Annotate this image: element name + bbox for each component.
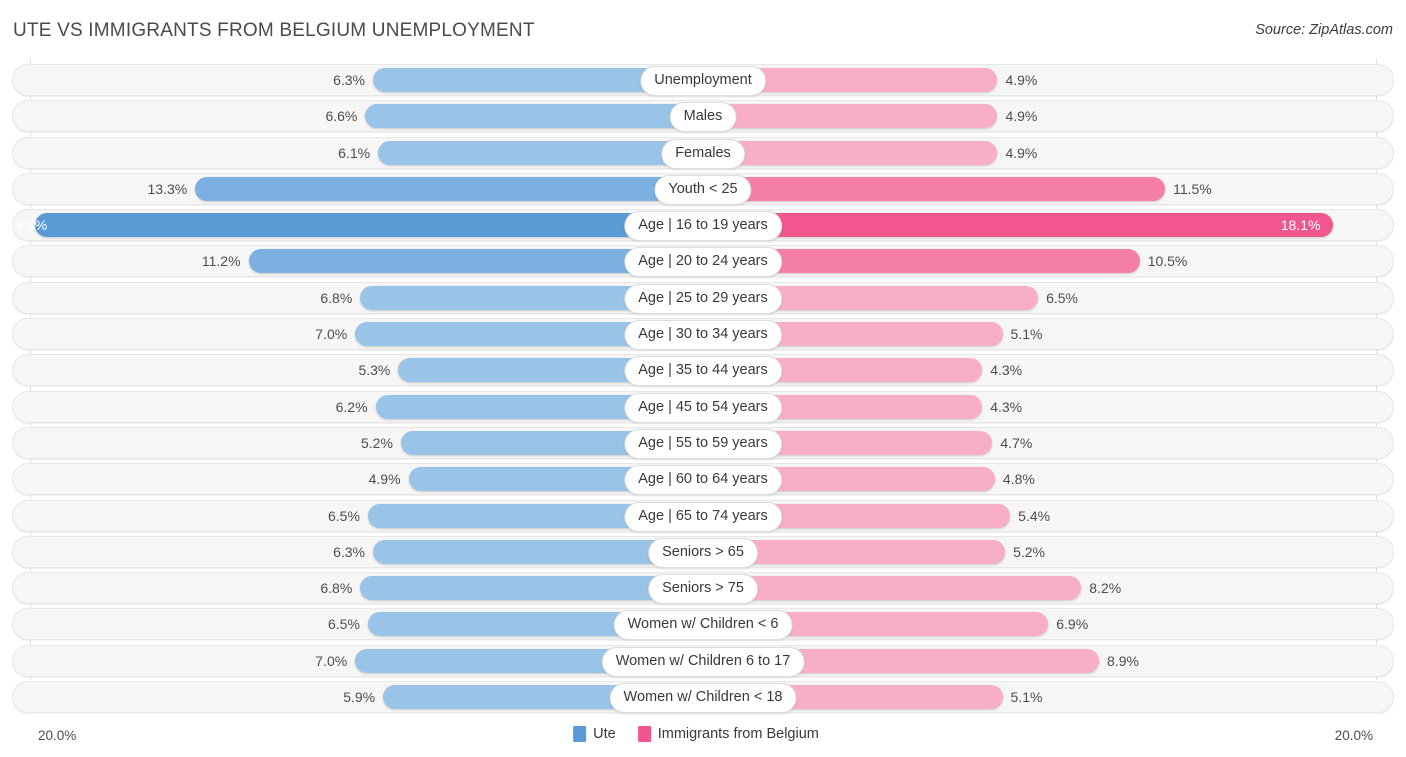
row-category-label: Age | 65 to 74 years (624, 501, 782, 532)
chart-plot-area: 6.3% 4.9% Unemployment 6.6% 4.9% Males 6.1% 4.9… (0, 58, 1406, 720)
table-row[interactable]: 7.0% 8.9% Women w/ Children 6 to 17 (0, 644, 1406, 677)
value-right: 4.9% (1005, 72, 1038, 88)
chart-header: UTE VS IMMIGRANTS FROM BELGIUM UNEMPLOYM… (0, 0, 1406, 56)
table-row[interactable]: 6.8% 8.2% Seniors > 75 (0, 572, 1406, 605)
source-attribution: Source: ZipAtlas.com (1255, 22, 1393, 38)
chart-legend: Ute Immigrants from Belgium (573, 726, 833, 742)
value-left: 6.1% (338, 144, 371, 161)
table-row[interactable]: 6.2% 4.3% Age | 45 to 54 years (0, 390, 1406, 423)
value-right: 4.8% (1002, 471, 1035, 488)
value-left: 19.6% (7, 217, 48, 234)
row-category-label: Females (661, 138, 745, 169)
table-row[interactable]: 6.6% 4.9% Males (0, 100, 1406, 133)
table-row[interactable]: 7.0% 5.1% Age | 30 to 34 years (0, 318, 1406, 351)
value-right: 4.7% (1000, 434, 1033, 451)
row-category-label: Age | 30 to 34 years (624, 320, 782, 351)
value-right: 6.5% (1046, 289, 1079, 306)
value-right: 4.9% (1005, 144, 1038, 161)
value-right: 4.3% (990, 398, 1023, 415)
value-right: 11.5% (1173, 180, 1212, 197)
value-left: 5.3% (358, 362, 391, 379)
axis-label-left: 20.0% (38, 728, 77, 743)
bar-right-immigrants (703, 176, 1166, 201)
value-right: 5.1% (1010, 689, 1043, 706)
value-left: 6.3% (333, 72, 365, 88)
bar-left-ute (35, 213, 703, 238)
value-right: 5.2% (1013, 543, 1045, 560)
value-right: 10.5% (1147, 253, 1188, 270)
value-left: 13.3% (147, 180, 188, 197)
value-left: 6.8% (320, 580, 353, 597)
value-right: 6.9% (1056, 616, 1089, 633)
bar-right-immigrants (703, 104, 998, 129)
table-row[interactable]: 6.3% 4.9% Unemployment (0, 64, 1406, 96)
legend-swatch-icon (637, 726, 651, 742)
row-category-label: Males (669, 102, 737, 133)
value-left: 7.0% (315, 326, 348, 343)
row-category-label: Seniors > 75 (648, 574, 758, 605)
table-row[interactable]: 5.3% 4.3% Age | 35 to 44 years (0, 354, 1406, 387)
axis-label-right: 20.0% (1334, 728, 1373, 743)
value-right: 8.9% (1107, 652, 1139, 669)
bar-right-immigrants (703, 213, 1333, 238)
table-row[interactable]: 6.5% 6.9% Women w/ Children < 6 (0, 608, 1406, 641)
value-left: 6.2% (335, 398, 368, 415)
bar-left-ute (195, 176, 703, 201)
row-category-label: Seniors > 65 (648, 537, 758, 568)
legend-item[interactable]: Immigrants from Belgium (637, 726, 819, 742)
legend-label: Ute (593, 726, 616, 742)
value-right: 4.3% (990, 362, 1023, 379)
value-right: 4.9% (1005, 108, 1038, 125)
legend-swatch-icon (573, 726, 587, 742)
value-left: 7.0% (315, 652, 348, 669)
table-row[interactable]: 6.5% 5.4% Age | 65 to 74 years (0, 499, 1406, 532)
bar-left-ute (365, 104, 703, 129)
table-row[interactable]: 5.9% 5.1% Women w/ Children < 18 (0, 681, 1406, 714)
row-category-label: Unemployment (640, 66, 766, 96)
table-row[interactable]: 11.2% 10.5% Age | 20 to 24 years (0, 245, 1406, 278)
row-category-label: Age | 55 to 59 years (624, 428, 782, 459)
chart-footer: 20.0% Ute Immigrants from Belgium 20.0% (0, 717, 1406, 757)
row-category-label: Age | 35 to 44 years (624, 356, 782, 387)
table-row[interactable]: 4.9% 4.8% Age | 60 to 64 years (0, 463, 1406, 496)
value-left: 6.5% (327, 507, 360, 524)
value-left: 6.6% (325, 108, 358, 125)
row-category-label: Age | 16 to 19 years (624, 211, 782, 242)
page-title: UTE VS IMMIGRANTS FROM BELGIUM UNEMPLOYM… (13, 20, 535, 41)
row-category-label: Age | 20 to 24 years (624, 247, 782, 278)
table-row[interactable]: 13.3% 11.5% Youth < 25 (0, 172, 1406, 205)
legend-item[interactable]: Ute (573, 726, 616, 742)
row-category-label: Women w/ Children < 6 (613, 610, 793, 641)
bar-rows: 6.3% 4.9% Unemployment 6.6% 4.9% Males 6.1% 4.9… (0, 64, 1406, 717)
table-row[interactable]: 5.2% 4.7% Age | 55 to 59 years (0, 426, 1406, 459)
table-row[interactable]: 6.3% 5.2% Seniors > 65 (0, 535, 1406, 568)
bar-right-immigrants (703, 576, 1082, 601)
value-left: 11.2% (201, 253, 241, 270)
value-right: 18.1% (1280, 217, 1321, 234)
table-row[interactable]: 6.8% 6.5% Age | 25 to 29 years (0, 281, 1406, 314)
table-row[interactable]: 19.6% 18.1% Age | 16 to 19 years (0, 209, 1406, 242)
table-row[interactable]: 6.1% 4.9% Females (0, 136, 1406, 169)
value-right: 5.4% (1018, 507, 1051, 524)
row-category-label: Age | 60 to 64 years (624, 465, 782, 496)
value-left: 6.5% (327, 616, 360, 633)
value-left: 5.9% (343, 689, 376, 706)
row-category-label: Youth < 25 (654, 174, 752, 205)
value-left: 4.9% (368, 471, 401, 488)
row-category-label: Women w/ Children < 18 (609, 683, 797, 714)
row-category-label: Women w/ Children 6 to 17 (601, 646, 805, 677)
value-right: 8.2% (1089, 580, 1122, 597)
value-left: 6.8% (320, 289, 353, 306)
bar-right-immigrants (703, 140, 998, 165)
value-left: 6.3% (333, 543, 365, 560)
value-left: 5.2% (361, 434, 393, 451)
value-right: 5.1% (1010, 326, 1043, 343)
legend-label: Immigrants from Belgium (657, 726, 819, 742)
bar-left-ute (378, 140, 703, 165)
row-category-label: Age | 45 to 54 years (624, 392, 782, 423)
row-category-label: Age | 25 to 29 years (624, 283, 782, 314)
